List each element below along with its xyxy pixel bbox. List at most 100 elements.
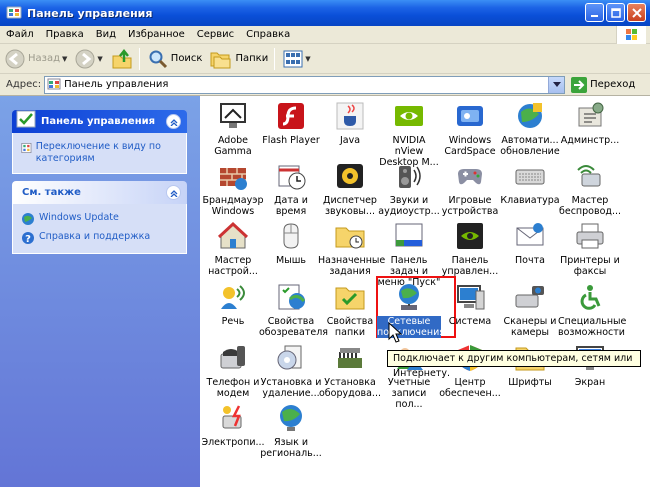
cp-item-monitor[interactable]: Adobe Gamma: [202, 100, 264, 157]
cp-item-printer[interactable]: Принтеры и факсы: [559, 220, 621, 277]
flash-icon: [278, 103, 304, 129]
go-button[interactable]: Переход: [571, 76, 636, 93]
cp-item-wireless[interactable]: Мастер беспровод...: [559, 160, 621, 217]
address-input[interactable]: Панель управления: [44, 75, 566, 94]
cp-item-flash[interactable]: Flash Player: [260, 100, 322, 146]
address-label: Адрес:: [6, 79, 42, 90]
back-button[interactable]: Назад ▼: [2, 47, 70, 71]
nvidia-panel-icon: [457, 223, 483, 249]
search-button[interactable]: Поиск: [145, 47, 206, 71]
scanner-icon: [515, 286, 544, 308]
cp-item-label: Мышь: [276, 255, 306, 266]
cp-item-system[interactable]: Система: [439, 281, 501, 327]
cp-item-sound-manager[interactable]: Диспетчер звуковы...: [319, 160, 381, 217]
windows-flag-icon: [626, 29, 637, 40]
chevron-down-icon[interactable]: ▼: [62, 55, 67, 63]
cp-item-regional-globe[interactable]: Язык и региональ...: [260, 402, 322, 459]
firewall-icon: [220, 168, 247, 190]
cp-item-java-cup[interactable]: Java: [319, 100, 381, 146]
regional-globe-icon: [280, 405, 302, 431]
forward-button[interactable]: ▼: [72, 47, 105, 71]
cp-item-nvidia-panel[interactable]: Панель управлен...: [439, 220, 501, 277]
maximize-button[interactable]: [606, 3, 625, 22]
back-arrow-icon: [5, 49, 25, 68]
folders-button[interactable]: Папки: [207, 47, 271, 71]
clock-icon: [278, 165, 306, 190]
chevron-down-icon[interactable]: ▼: [97, 55, 102, 63]
cp-item-label: Автомати... обновление: [500, 135, 560, 157]
collapse-chevron-icon[interactable]: [166, 114, 181, 129]
cp-item-label: Шрифты: [508, 377, 552, 388]
cp-item-internet-options[interactable]: Свойства обозревателя: [259, 281, 328, 338]
cp-item-taskbar[interactable]: Панель задач и меню "Пуск": [378, 220, 440, 288]
cp-item-label: Свойства обозревателя: [259, 316, 328, 338]
help-support-link[interactable]: ? Справка и поддержка: [21, 231, 180, 245]
cp-item-phone[interactable]: Телефон и модем: [202, 342, 264, 399]
see-also-box: См. также Windows Update ? Справка и под…: [12, 181, 187, 254]
cp-item-add-remove[interactable]: Установка и удаление...: [260, 342, 322, 399]
cp-item-label: Установка оборудова...: [319, 377, 381, 399]
cp-item-power[interactable]: Электропи...: [201, 402, 265, 448]
cp-item-label: Принтеры и факсы: [560, 255, 620, 277]
control-panel-icon: [47, 78, 61, 89]
cp-item-admin-tools[interactable]: Админстр...: [559, 100, 621, 146]
cp-item-label: Почта: [515, 255, 545, 266]
sound-manager-icon: [337, 164, 363, 188]
windows-logo: [616, 26, 646, 44]
cp-item-nvidia[interactable]: NVIDIA nView Desktop M...: [378, 100, 440, 168]
windows-update-link[interactable]: Windows Update: [21, 212, 180, 226]
mouse-icon: [283, 223, 299, 249]
system-icon: [457, 285, 485, 310]
folder-clock-icon: [335, 227, 365, 249]
cp-item-folder-clock[interactable]: Назначенные задания: [318, 220, 386, 277]
cp-item-mail[interactable]: Почта: [499, 220, 561, 266]
go-label: Переход: [590, 79, 636, 90]
speech-icon: [221, 285, 245, 309]
gamepad-icon: [458, 169, 482, 185]
cp-item-label: Диспетчер звуковы...: [323, 195, 377, 217]
cp-item-label: Админстр...: [560, 135, 620, 146]
cp-item-firewall[interactable]: Брандмауэр Windows: [202, 160, 264, 217]
windows-update-icon: [22, 213, 34, 225]
cp-item-folder-options[interactable]: Свойства папки: [319, 281, 381, 338]
see-also-header[interactable]: См. также: [12, 181, 187, 204]
menu-file[interactable]: Файл: [0, 26, 40, 44]
switch-to-category-link[interactable]: Переключение к виду по категориям: [21, 141, 180, 165]
close-button[interactable]: [627, 3, 646, 22]
cp-item-gamepad[interactable]: Игровые устройства: [439, 160, 501, 217]
category-view-icon: [21, 142, 32, 154]
control-panel-header[interactable]: Панель управления: [12, 110, 187, 133]
see-also-body: Windows Update ? Справка и поддержка: [12, 204, 187, 254]
menu-view[interactable]: Вид: [90, 26, 122, 44]
power-icon: [222, 405, 242, 429]
minimize-button[interactable]: [585, 3, 604, 22]
cp-item-speaker[interactable]: Звуки и аудиоустр...: [378, 160, 440, 217]
cp-item-speech[interactable]: Речь: [202, 281, 264, 327]
address-dropdown-button[interactable]: [548, 76, 565, 93]
control-panel-body: Переключение к виду по категориям: [12, 133, 187, 174]
cp-item-accessibility[interactable]: Специальные возможности: [558, 281, 626, 338]
collapse-chevron-icon[interactable]: [166, 185, 181, 200]
up-folder-button[interactable]: [108, 47, 136, 71]
views-button[interactable]: ▼: [280, 47, 313, 71]
chevron-down-icon[interactable]: ▼: [305, 55, 310, 63]
menu-favorites[interactable]: Избранное: [122, 26, 191, 44]
menu-tools[interactable]: Сервис: [191, 26, 240, 44]
cp-item-label: Клавиатура: [500, 195, 560, 206]
cp-item-scanner[interactable]: Сканеры и камеры: [499, 281, 561, 338]
speaker-icon: [399, 166, 421, 188]
menu-help[interactable]: Справка: [240, 26, 296, 44]
cp-item-label: Назначенные задания: [318, 255, 386, 277]
cp-item-keyboard[interactable]: Клавиатура: [499, 160, 561, 206]
search-label: Поиск: [170, 53, 203, 64]
wireless-icon: [577, 165, 601, 187]
cp-item-cardspace[interactable]: Windows CardSpace: [439, 100, 501, 157]
cp-item-clock[interactable]: Дата и время: [260, 160, 322, 217]
cp-item-mouse[interactable]: Мышь: [260, 220, 322, 266]
toolbar: Назад ▼ ▼ Поиск Папки ▼: [0, 44, 650, 74]
cp-item-house[interactable]: Мастер настрой...: [202, 220, 264, 277]
java-cup-icon: [336, 102, 364, 130]
menu-edit[interactable]: Правка: [40, 26, 90, 44]
cp-item-hardware[interactable]: Установка оборудова...: [319, 342, 381, 399]
cp-item-globe-update[interactable]: Автомати... обновление: [499, 100, 561, 157]
